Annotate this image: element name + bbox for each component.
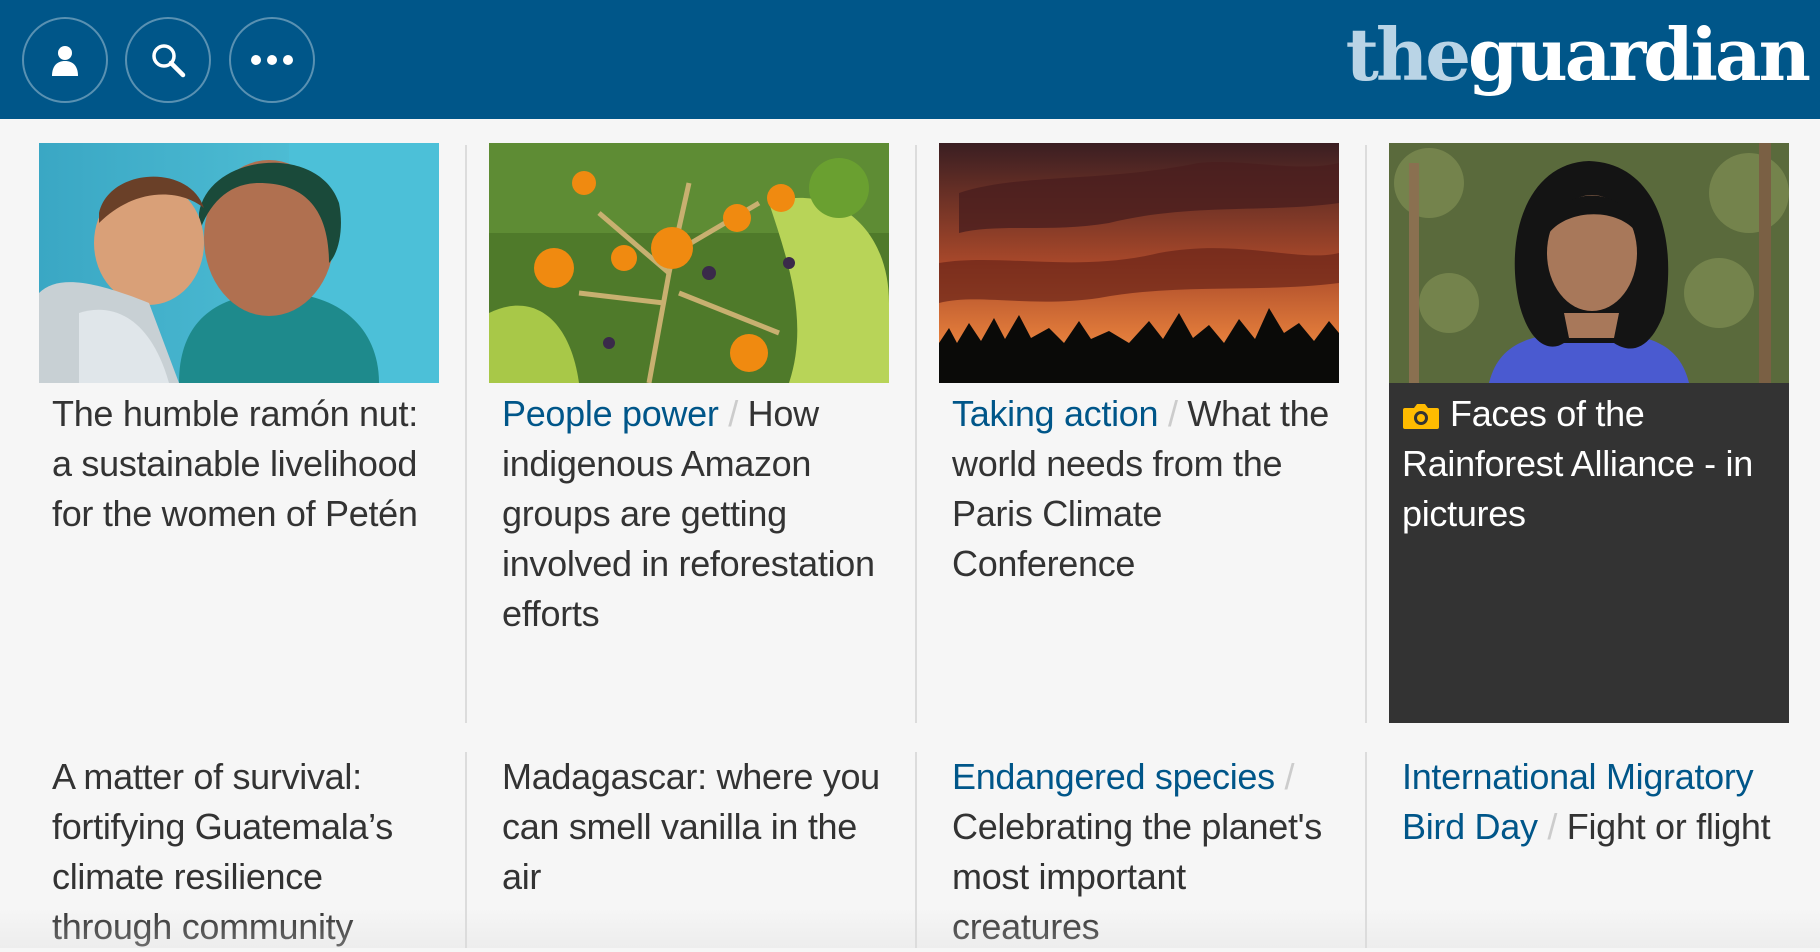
story-kicker[interactable]: Taking action <box>952 393 1159 434</box>
camera-icon <box>1403 404 1439 429</box>
story-kicker[interactable]: Endangered species <box>952 756 1275 797</box>
search-button[interactable] <box>125 17 211 103</box>
profile-button[interactable] <box>22 17 108 103</box>
column-divider <box>915 145 917 723</box>
story-headline[interactable]: The humble ramón nut: a sustainable live… <box>52 389 432 539</box>
gallery-card[interactable]: Faces of the Rainforest Alliance - in pi… <box>1389 143 1789 723</box>
more-button[interactable] <box>229 17 315 103</box>
gallery-headline[interactable]: Faces of the Rainforest Alliance - in pi… <box>1402 389 1782 539</box>
story-image <box>39 143 439 383</box>
story-card[interactable]: Endangered species / Celebrating the pla… <box>939 752 1339 948</box>
kicker-separator: / <box>1284 756 1295 797</box>
column-divider <box>1365 145 1367 723</box>
story-image <box>489 143 889 383</box>
story-card[interactable]: People power / How indigenous Amazon gro… <box>489 143 889 723</box>
story-headline[interactable]: International Migratory Bird Day / Fight… <box>1402 752 1782 852</box>
story-card[interactable]: The humble ramón nut: a sustainable live… <box>39 143 439 723</box>
search-icon <box>152 44 186 78</box>
kicker-separator: / <box>728 393 738 434</box>
story-headline[interactable]: A matter of survival: fortifying Guatema… <box>52 752 432 952</box>
story-image <box>1389 143 1789 383</box>
story-kicker[interactable]: People power <box>502 393 719 434</box>
column-divider <box>915 752 917 948</box>
guardian-logo[interactable]: theguardian <box>1346 10 1811 100</box>
bottom-row: A matter of survival: fortifying Guatema… <box>0 752 1820 948</box>
more-icon <box>251 55 293 65</box>
kicker-separator: / <box>1167 393 1178 434</box>
story-image <box>939 143 1339 383</box>
story-card[interactable]: Madagascar: where you can smell vanilla … <box>489 752 889 948</box>
column-divider <box>1365 752 1367 948</box>
story-headline[interactable]: Taking action / What the world needs fro… <box>952 389 1332 589</box>
column-divider <box>465 752 467 948</box>
user-icon <box>52 46 78 76</box>
column-divider <box>465 145 467 723</box>
story-headline[interactable]: Endangered species / Celebrating the pla… <box>952 752 1332 952</box>
story-card[interactable]: Taking action / What the world needs fro… <box>939 143 1339 723</box>
story-headline[interactable]: Madagascar: where you can smell vanilla … <box>502 752 882 902</box>
top-row: The humble ramón nut: a sustainable live… <box>0 143 1820 723</box>
kicker-separator: / <box>1547 806 1558 847</box>
site-header: theguardian <box>0 0 1820 119</box>
story-card[interactable]: A matter of survival: fortifying Guatema… <box>39 752 439 948</box>
story-headline[interactable]: People power / How indigenous Amazon gro… <box>502 389 882 639</box>
story-card[interactable]: International Migratory Bird Day / Fight… <box>1389 752 1789 948</box>
